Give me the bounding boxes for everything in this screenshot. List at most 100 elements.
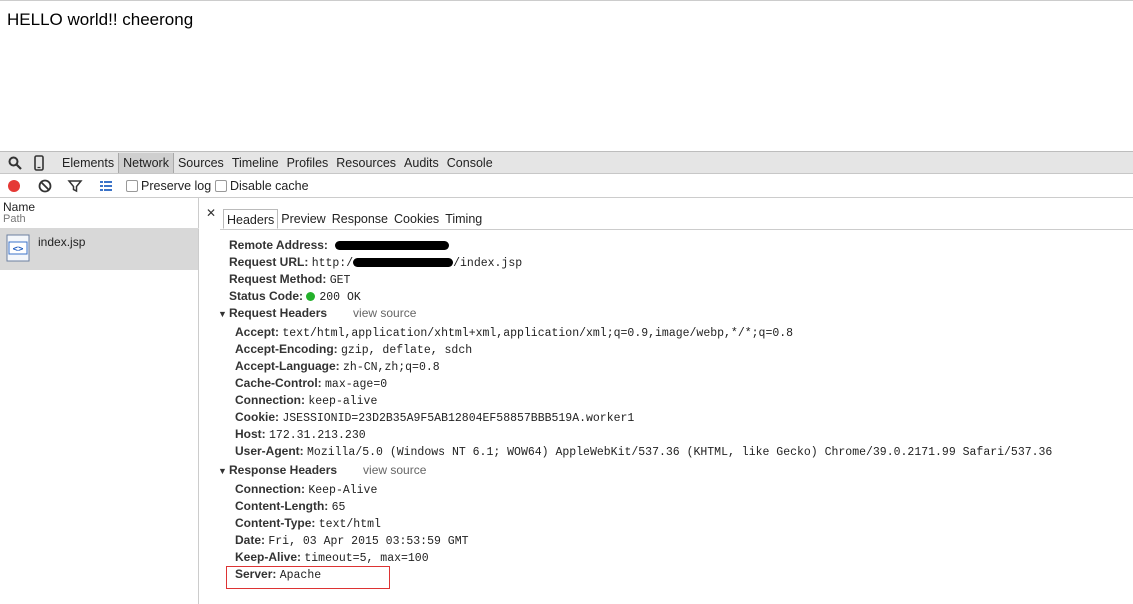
request-row[interactable]: <> index.jsp — [0, 228, 198, 270]
tab-timing[interactable]: Timing — [442, 209, 485, 229]
status-ok-icon — [306, 292, 316, 301]
header-row: Connection: keep-alive — [235, 393, 377, 408]
header-row: Cache-Control: max-age=0 — [235, 376, 387, 391]
header-key: Cache-Control: — [235, 376, 322, 390]
header-key: Remote Address: — [229, 238, 328, 252]
tab-timeline[interactable]: Timeline — [228, 153, 283, 173]
triangle-down-icon: ▼ — [218, 309, 227, 319]
devtools-panel: Elements Network Sources Timeline Profil… — [0, 151, 1133, 604]
header-row: Host: 172.31.213.230 — [235, 427, 366, 442]
header-row: Content-Length: 65 — [235, 499, 345, 514]
preserve-log-label: Preserve log — [141, 179, 212, 193]
header-row: Date: Fri, 03 Apr 2015 03:53:59 GMT — [235, 533, 469, 548]
device-mode-icon[interactable] — [31, 155, 47, 171]
header-row: Accept-Language: zh-CN,zh;q=0.8 — [235, 359, 440, 374]
tab-console[interactable]: Console — [443, 153, 497, 173]
header-value: timeout=5, max=100 — [304, 552, 429, 565]
header-row: Keep-Alive: timeout=5, max=100 — [235, 550, 429, 565]
header-value: keep-alive — [308, 395, 378, 408]
column-name: Name — [3, 200, 36, 214]
devtools-tabbar: Elements Network Sources Timeline Profil… — [0, 151, 1133, 174]
header-value: GET — [329, 274, 351, 287]
redaction-mark — [335, 241, 450, 251]
header-row: Content-Type: text/html — [235, 516, 381, 531]
triangle-down-icon: ▼ — [218, 466, 227, 476]
tab-response[interactable]: Response — [329, 209, 391, 229]
disable-cache-checkbox[interactable] — [215, 180, 227, 192]
header-value: JSESSIONID=23D2B35A9F5AB12804EF58857BBB5… — [282, 412, 635, 425]
view-source-link[interactable]: view source — [353, 306, 416, 320]
header-key: Content-Type: — [235, 516, 316, 530]
tab-cookies[interactable]: Cookies — [391, 209, 442, 229]
header-row: Cookie: JSESSIONID=23D2B35A9F5AB12804EF5… — [235, 410, 634, 425]
header-value: max-age=0 — [325, 378, 388, 391]
header-key: Accept-Encoding: — [235, 342, 338, 356]
header-value: 200 OK — [319, 291, 361, 304]
header-key: Content-Length: — [235, 499, 329, 513]
filter-icon[interactable] — [67, 178, 83, 194]
tab-audits[interactable]: Audits — [400, 153, 443, 173]
search-icon[interactable] — [7, 155, 23, 171]
request-list-pane: Name Path <> index.jsp — [0, 198, 199, 604]
tab-resources[interactable]: Resources — [332, 153, 400, 173]
header-value: Mozilla/5.0 (Windows NT 6.1; WOW64) Appl… — [307, 446, 1053, 459]
header-key: Cookie: — [235, 410, 280, 424]
header-key: User-Agent: — [235, 444, 304, 458]
header-row: Connection: Keep-Alive — [235, 482, 377, 497]
header-value: 172.31.213.230 — [269, 429, 366, 442]
header-key: Host: — [235, 427, 266, 441]
close-icon[interactable]: ✕ — [206, 206, 216, 220]
record-icon[interactable] — [6, 178, 22, 194]
header-value: /index.jsp — [453, 257, 523, 270]
disable-cache-label: Disable cache — [230, 179, 309, 193]
tab-network[interactable]: Network — [118, 153, 174, 173]
header-key: Date: — [235, 533, 266, 547]
remote-address-line: Remote Address: — [229, 238, 450, 252]
detail-tabs-divider — [220, 229, 1133, 230]
header-row: Accept: text/html,application/xhtml+xml,… — [235, 325, 793, 340]
section-title: Request Headers — [229, 306, 328, 320]
header-value: http:/ — [311, 257, 354, 270]
column-path: Path — [3, 213, 26, 225]
header-value: Fri, 03 Apr 2015 03:53:59 GMT — [268, 535, 469, 548]
request-headers-section[interactable]: ▼ Request Headers view source — [218, 306, 416, 320]
header-key: Connection: — [235, 393, 305, 407]
header-value: text/html,application/xhtml+xml,applicat… — [282, 327, 794, 340]
header-key: Connection: — [235, 482, 305, 496]
page-viewport: HELLO world!! cheerong — [0, 0, 1133, 151]
tab-preview[interactable]: Preview — [278, 209, 328, 229]
header-row: User-Agent: Mozilla/5.0 (Windows NT 6.1;… — [235, 444, 1052, 459]
header-value: gzip, deflate, sdch — [341, 344, 473, 357]
tab-headers[interactable]: Headers — [223, 209, 279, 229]
request-method-line: Request Method: GET — [229, 272, 350, 287]
tab-profiles[interactable]: Profiles — [283, 153, 333, 173]
header-key: Accept: — [235, 325, 280, 339]
response-headers-section[interactable]: ▼ Response Headers view source — [218, 463, 426, 477]
request-name: index.jsp — [38, 235, 86, 249]
header-key: Status Code: — [229, 289, 304, 303]
header-key: Accept-Language: — [235, 359, 340, 373]
header-key: Request Method: — [229, 272, 327, 286]
view-source-link[interactable]: view source — [363, 463, 426, 477]
tab-elements[interactable]: Elements — [58, 153, 118, 173]
header-value: 65 — [331, 501, 346, 514]
header-row: Accept-Encoding: gzip, deflate, sdch — [235, 342, 472, 357]
header-value: text/html — [318, 518, 381, 531]
detail-tabs: Headers Preview Response Cookies Timing — [223, 209, 485, 229]
page-content-text: HELLO world!! cheerong — [7, 10, 194, 29]
header-value: Keep-Alive — [308, 484, 378, 497]
tab-sources[interactable]: Sources — [174, 153, 228, 173]
request-url-line: Request URL: http:/ /index.jsp — [229, 255, 522, 270]
preserve-log-checkbox[interactable] — [126, 180, 138, 192]
list-view-icon[interactable] — [98, 178, 114, 194]
svg-text:<>: <> — [13, 245, 24, 255]
request-list-header[interactable]: Name Path — [0, 198, 199, 229]
server-header-highlight-box — [226, 566, 390, 589]
status-code-line: Status Code: 200 OK — [229, 289, 361, 304]
html-file-icon: <> — [6, 234, 30, 262]
clear-icon[interactable] — [37, 178, 53, 194]
devtools-tabs: Elements Network Sources Timeline Profil… — [58, 152, 497, 174]
header-key: Request URL: — [229, 255, 309, 269]
header-key: Keep-Alive: — [235, 550, 302, 564]
section-title: Response Headers — [229, 463, 338, 477]
